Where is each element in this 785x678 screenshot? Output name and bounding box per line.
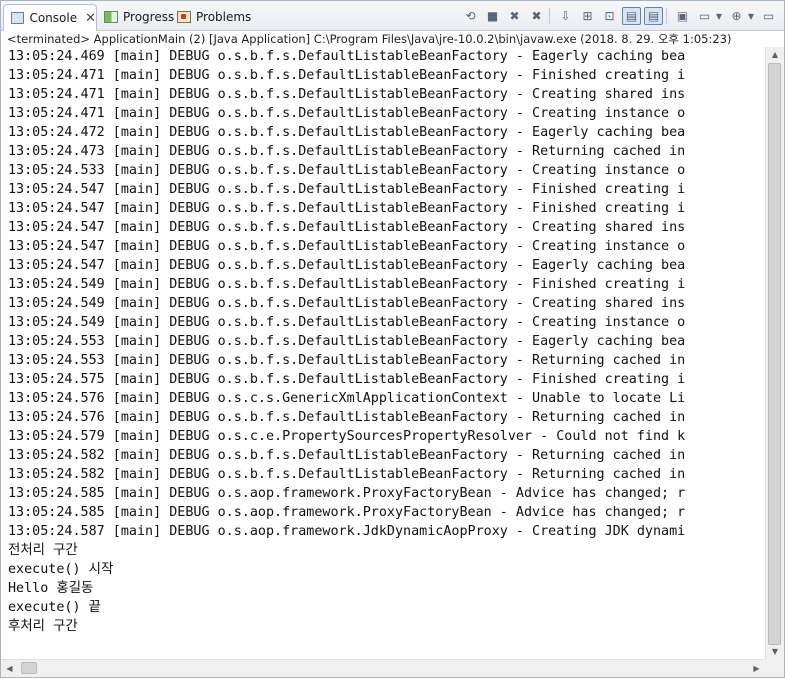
console-line: 13:05:24.547 [main] DEBUG o.s.b.f.s.Defa… xyxy=(8,258,686,273)
scroll-lock-icon[interactable]: ⇩ xyxy=(556,7,575,25)
console-line: 13:05:24.547 [main] DEBUG o.s.b.f.s.Defa… xyxy=(8,239,686,254)
console-line: 13:05:24.547 [main] DEBUG o.s.b.f.s.Defa… xyxy=(8,182,686,197)
chevron-down-icon[interactable]: ▼ xyxy=(746,7,756,25)
console-icon xyxy=(11,12,25,24)
console-line: 13:05:24.549 [main] DEBUG o.s.b.f.s.Defa… xyxy=(8,296,686,311)
vertical-scrollbar[interactable]: ▲ ▼ xyxy=(765,47,784,659)
console-line: 13:05:24.576 [main] DEBUG o.s.b.f.s.Defa… xyxy=(8,410,686,425)
tab-console[interactable]: Console ✕ xyxy=(3,4,97,31)
console-toolbar: ⟲ ■ ✖ ✖ ⇩ ⊞ ⊡ ▤ ▤ ▣ ▭ ▼ ⊕ ▼ ▭ xyxy=(458,6,778,26)
tab-console-label: Console xyxy=(29,11,78,25)
tab-problems-label: Problems xyxy=(196,9,252,24)
console-line: 13:05:24.575 [main] DEBUG o.s.b.f.s.Defa… xyxy=(8,372,686,387)
chevron-down-icon[interactable]: ▼ xyxy=(714,7,724,25)
console-line: 후처리 구간 xyxy=(8,619,78,634)
console-line: 13:05:24.471 [main] DEBUG o.s.b.f.s.Defa… xyxy=(8,68,686,83)
console-line: 13:05:24.549 [main] DEBUG o.s.b.f.s.Defa… xyxy=(8,315,686,330)
console-line: Hello 홍길동 xyxy=(8,581,94,596)
console-line: 13:05:24.582 [main] DEBUG o.s.b.f.s.Defa… xyxy=(8,448,686,463)
console-line: 13:05:24.471 [main] DEBUG o.s.b.f.s.Defa… xyxy=(8,87,686,102)
horizontal-scroll-thumb[interactable] xyxy=(21,662,37,674)
progress-icon xyxy=(104,10,118,23)
console-line: 13:05:24.547 [main] DEBUG o.s.b.f.s.Defa… xyxy=(8,220,686,235)
console-line: 13:05:24.576 [main] DEBUG o.s.c.s.Generi… xyxy=(8,391,686,406)
show-stdout-icon[interactable]: ▤ xyxy=(622,7,641,25)
console-line: 13:05:24.472 [main] DEBUG o.s.b.f.s.Defa… xyxy=(8,125,686,140)
tab-problems[interactable]: Problems xyxy=(170,4,251,29)
toolbar-separator xyxy=(666,8,667,24)
scroll-right-icon[interactable]: ▶ xyxy=(749,660,764,677)
console-line: 13:05:24.547 [main] DEBUG o.s.b.f.s.Defa… xyxy=(8,201,686,216)
vertical-scroll-thumb[interactable] xyxy=(768,63,781,645)
console-line: 13:05:24.553 [main] DEBUG o.s.b.f.s.Defa… xyxy=(8,334,686,349)
open-console-icon[interactable]: ▣ xyxy=(673,7,692,25)
scroll-left-icon[interactable]: ◀ xyxy=(2,660,17,677)
scroll-down-icon[interactable]: ▼ xyxy=(766,644,784,659)
show-stderr-icon[interactable]: ▤ xyxy=(644,7,663,25)
remove-launch-icon[interactable]: ✖ xyxy=(505,7,524,25)
link-icon[interactable]: ⟲ xyxy=(461,7,480,25)
console-line: 13:05:24.533 [main] DEBUG o.s.b.f.s.Defa… xyxy=(8,163,686,178)
scroll-up-icon[interactable]: ▲ xyxy=(766,47,784,62)
remove-all-icon[interactable]: ✖ xyxy=(527,7,546,25)
console-line: 13:05:24.469 [main] DEBUG o.s.b.f.s.Defa… xyxy=(8,49,686,64)
console-line: 13:05:24.587 [main] DEBUG o.s.aop.framew… xyxy=(8,524,686,539)
console-line: 13:05:24.553 [main] DEBUG o.s.b.f.s.Defa… xyxy=(8,353,686,368)
terminate-icon[interactable]: ■ xyxy=(483,7,502,25)
tab-progress-label: Progress xyxy=(123,9,175,24)
console-view: Console ✕ Progress Problems ⟲ ■ ✖ ✖ ⇩ ⊞ … xyxy=(0,0,785,678)
problems-icon xyxy=(177,10,191,23)
console-line: 13:05:24.473 [main] DEBUG o.s.b.f.s.Defa… xyxy=(8,144,686,159)
minimize-icon[interactable]: ▭ xyxy=(759,7,778,25)
console-line: 13:05:24.585 [main] DEBUG o.s.aop.framew… xyxy=(8,505,686,520)
console-line: execute() 시작 xyxy=(8,562,114,577)
console-line: 13:05:24.582 [main] DEBUG o.s.b.f.s.Defa… xyxy=(8,467,686,482)
display-console-icon[interactable]: ▭ xyxy=(695,7,714,25)
console-line: 13:05:24.585 [main] DEBUG o.s.aop.framew… xyxy=(8,486,686,501)
word-wrap-icon[interactable]: ⊞ xyxy=(578,7,597,25)
pin-icon[interactable]: ⊡ xyxy=(600,7,619,25)
console-line: 13:05:24.549 [main] DEBUG o.s.b.f.s.Defa… xyxy=(8,277,686,292)
new-console-icon[interactable]: ⊕ xyxy=(727,7,746,25)
tab-progress[interactable]: Progress xyxy=(97,4,174,29)
horizontal-scrollbar[interactable]: ◀ ▶ xyxy=(1,659,765,677)
console-line: execute() 끝 xyxy=(8,600,101,615)
view-tab-bar: Console ✕ Progress Problems ⟲ ■ ✖ ✖ ⇩ ⊞ … xyxy=(1,1,784,31)
close-icon[interactable]: ✕ xyxy=(85,11,96,26)
toolbar-separator xyxy=(549,8,550,24)
console-line: 13:05:24.471 [main] DEBUG o.s.b.f.s.Defa… xyxy=(8,106,686,121)
console-output[interactable]: 13:05:24.469 [main] DEBUG o.s.b.f.s.Defa… xyxy=(1,47,764,659)
console-line: 전처리 구간 xyxy=(8,543,78,558)
scrollbar-corner xyxy=(765,659,784,677)
console-line: 13:05:24.579 [main] DEBUG o.s.c.e.Proper… xyxy=(8,429,686,444)
console-description: <terminated> ApplicationMain (2) [Java A… xyxy=(1,31,784,47)
